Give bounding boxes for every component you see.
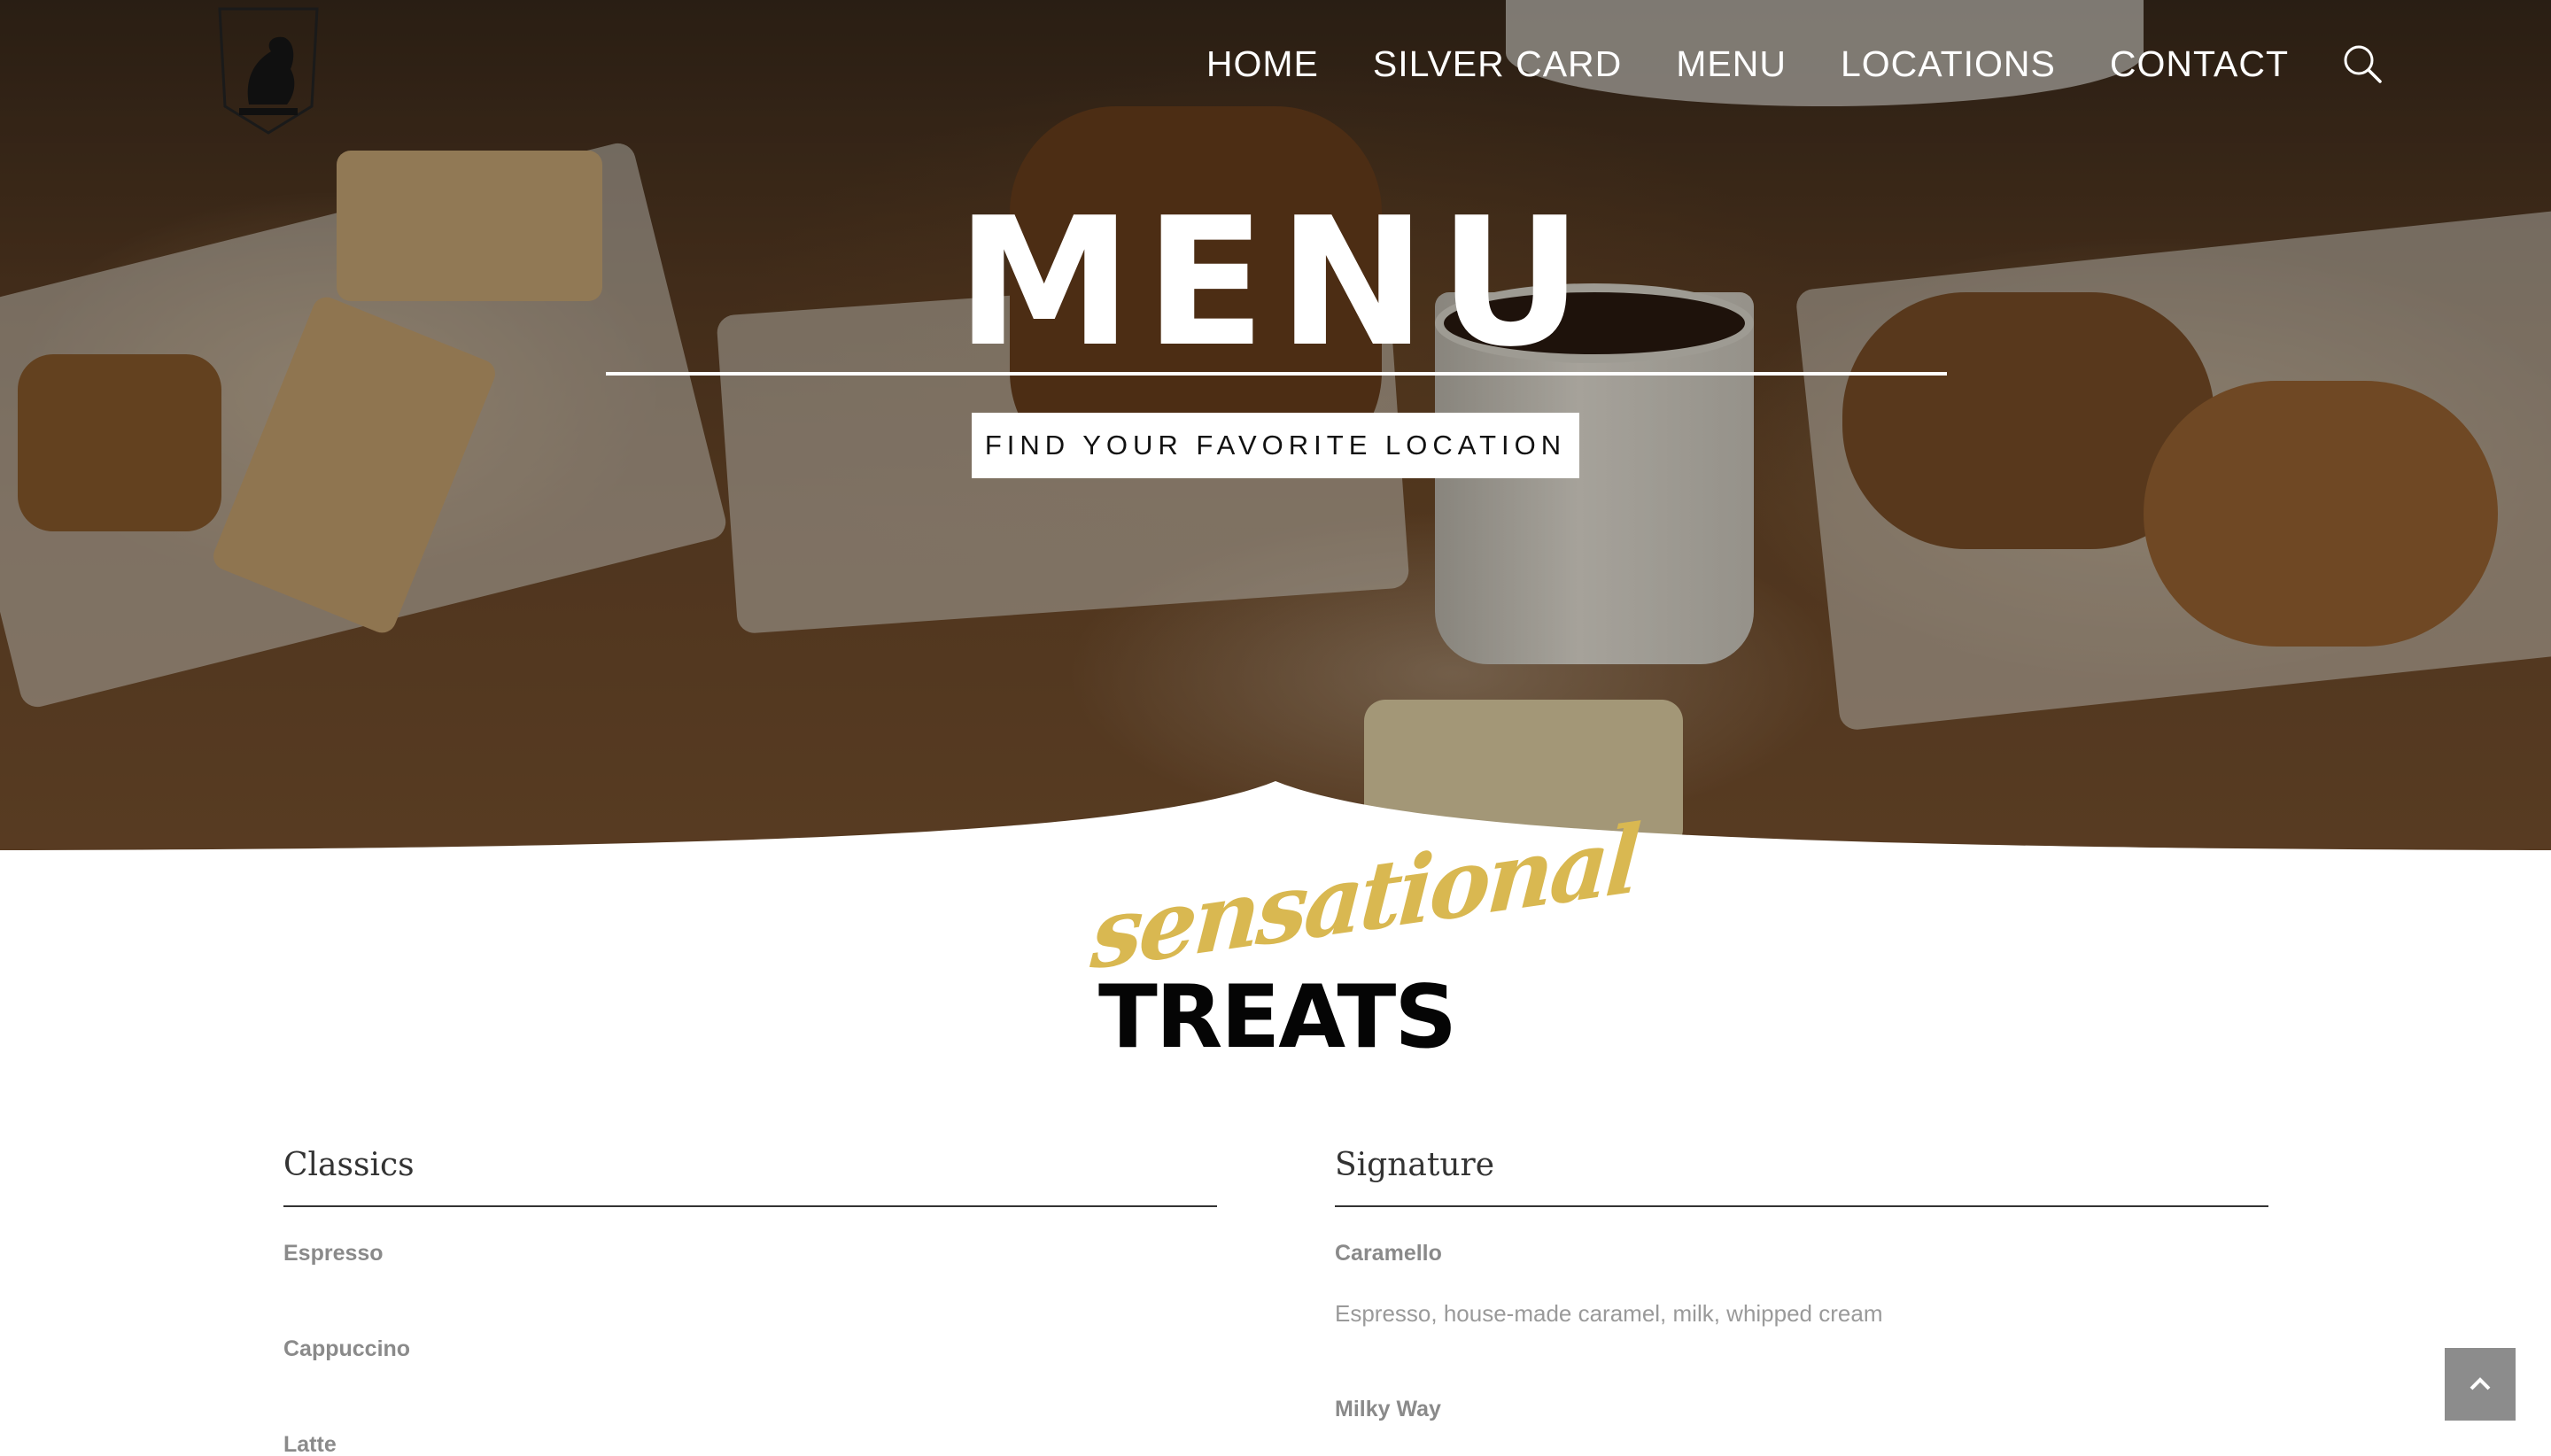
hero-bottom-curve: [0, 781, 2551, 850]
menu-item-name: Cappuccino: [283, 1336, 411, 1362]
site-logo[interactable]: [209, 0, 328, 140]
nav-item-menu[interactable]: MENU: [1676, 43, 1787, 85]
hero-divider: [606, 372, 1947, 376]
menu-column-signature: Signature Caramello Espresso, house-made…: [1335, 1146, 2268, 1422]
menu-item: Caramello Espresso, house-made caramel, …: [1335, 1241, 2268, 1328]
nav-item-silver-card[interactable]: SILVER CARD: [1373, 43, 1622, 85]
menu-column-title: Classics: [283, 1146, 1217, 1208]
menu-item: Espresso: [283, 1241, 1217, 1266]
menu-column-title: Signature: [1335, 1146, 2268, 1208]
nav-item-locations[interactable]: LOCATIONS: [1841, 43, 2056, 85]
search-icon[interactable]: [2342, 43, 2383, 84]
back-to-top-button[interactable]: [2445, 1348, 2516, 1421]
section-heading: TREATS: [1098, 967, 1457, 1068]
menu-item: Milky Way: [1335, 1397, 2268, 1422]
menu-item-name: Milky Way: [1335, 1397, 1441, 1422]
page-title: MENU: [956, 180, 1595, 386]
nav-item-contact[interactable]: CONTACT: [2110, 43, 2289, 85]
menu-item-description: Espresso, house-made caramel, milk, whip…: [1335, 1300, 1883, 1328]
menu-item-name: Espresso: [283, 1241, 384, 1266]
chevron-up-icon: [2470, 1377, 2491, 1390]
find-location-button[interactable]: FIND YOUR FAVORITE LOCATION: [972, 413, 1579, 478]
black-horse-logo-icon: [218, 7, 319, 135]
nav-item-home[interactable]: HOME: [1206, 43, 1319, 85]
menu-column-classics: Classics Espresso Cappuccino Latte: [283, 1146, 1217, 1456]
menu-item-name: Caramello: [1335, 1241, 1442, 1266]
menu-item: Cappuccino: [283, 1336, 1217, 1362]
menu-item-name: Latte: [283, 1432, 337, 1456]
menu-item: Latte: [283, 1432, 1217, 1456]
section-script-heading: sensational: [1088, 803, 1641, 992]
main-nav: HOME SILVER CARD MENU LOCATIONS CONTACT: [1206, 41, 2383, 87]
